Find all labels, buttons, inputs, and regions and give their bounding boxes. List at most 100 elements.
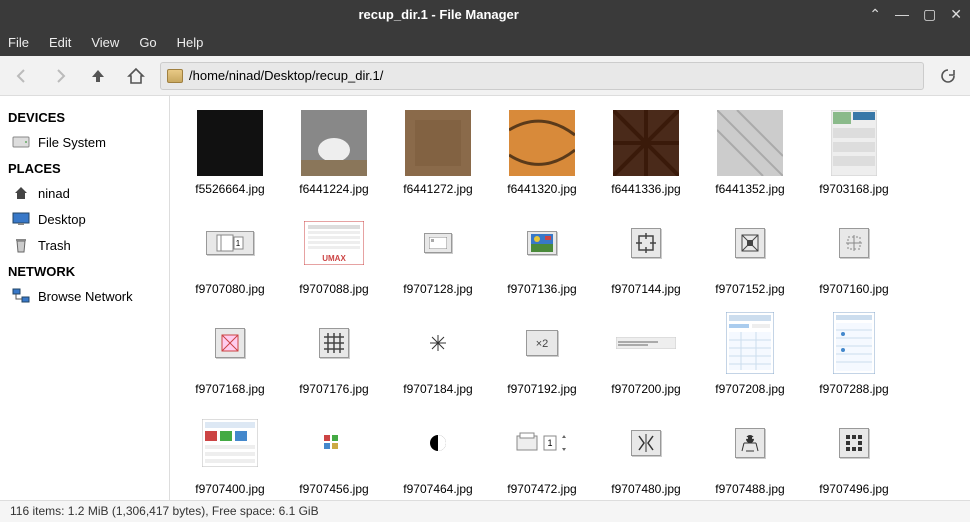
thumbnail bbox=[613, 110, 679, 176]
up-button[interactable] bbox=[84, 62, 112, 90]
file-name: f9707136.jpg bbox=[507, 282, 576, 296]
file-item[interactable]: f6441272.jpg bbox=[386, 106, 490, 206]
sidebar-item-home[interactable]: ninad bbox=[4, 180, 165, 206]
file-name: f6441272.jpg bbox=[403, 182, 472, 196]
menubar: File Edit View Go Help bbox=[0, 28, 970, 56]
file-area[interactable]: f5526664.jpg f6441224.jpg f6441272.jpg f644… bbox=[170, 96, 970, 500]
file-name: f9707080.jpg bbox=[195, 282, 264, 296]
toolbar bbox=[0, 56, 970, 96]
reload-button[interactable] bbox=[934, 62, 962, 90]
sidebar-header-devices: DEVICES bbox=[4, 104, 165, 129]
file-item[interactable]: f6441336.jpg bbox=[594, 106, 698, 206]
thumbnail bbox=[197, 310, 263, 376]
menu-edit[interactable]: Edit bbox=[49, 35, 71, 50]
file-item[interactable]: f9703168.jpg bbox=[802, 106, 906, 206]
file-item[interactable]: f9707184.jpg bbox=[386, 306, 490, 406]
file-item[interactable]: f9707200.jpg bbox=[594, 306, 698, 406]
file-name: f9707192.jpg bbox=[507, 382, 576, 396]
file-item[interactable]: f9707488.jpg bbox=[698, 406, 802, 500]
thumbnail bbox=[405, 410, 471, 476]
file-name: f9707184.jpg bbox=[403, 382, 472, 396]
sidebar-item-browse-network[interactable]: Browse Network bbox=[4, 283, 165, 309]
file-item[interactable]: f9707176.jpg bbox=[282, 306, 386, 406]
file-item[interactable]: f9707152.jpg bbox=[698, 206, 802, 306]
thumbnail bbox=[717, 110, 783, 176]
file-item[interactable]: f9707168.jpg bbox=[178, 306, 282, 406]
thumbnail bbox=[717, 410, 783, 476]
main-area: DEVICES File System PLACES ninad Desktop… bbox=[0, 96, 970, 500]
sidebar-item-label: Desktop bbox=[38, 212, 86, 227]
file-item[interactable]: f9707400.jpg bbox=[178, 406, 282, 500]
sidebar-item-trash[interactable]: Trash bbox=[4, 232, 165, 258]
maximize-icon[interactable]: ▢ bbox=[923, 6, 936, 23]
file-item[interactable]: ×2 f9707192.jpg bbox=[490, 306, 594, 406]
file-name: f9703168.jpg bbox=[819, 182, 888, 196]
file-item[interactable]: f6441224.jpg bbox=[282, 106, 386, 206]
thumbnail bbox=[717, 210, 783, 276]
sidebar-item-label: ninad bbox=[38, 186, 70, 201]
menu-view[interactable]: View bbox=[91, 35, 119, 50]
svg-text:1: 1 bbox=[236, 239, 241, 248]
statusbar: 116 items: 1.2 MiB (1,306,417 bytes), Fr… bbox=[0, 500, 970, 522]
menu-go[interactable]: Go bbox=[139, 35, 156, 50]
back-button[interactable] bbox=[8, 62, 36, 90]
file-item[interactable]: f9707136.jpg bbox=[490, 206, 594, 306]
thumbnail bbox=[821, 310, 887, 376]
close-icon[interactable]: ✕ bbox=[950, 6, 962, 23]
thumbnail bbox=[197, 410, 263, 476]
file-item[interactable]: UMAXf9707088.jpg bbox=[282, 206, 386, 306]
file-item[interactable]: f6441320.jpg bbox=[490, 106, 594, 206]
sidebar-header-places: PLACES bbox=[4, 155, 165, 180]
file-item[interactable]: f9707144.jpg bbox=[594, 206, 698, 306]
window-title: recup_dir.1 - File Manager bbox=[8, 7, 869, 22]
file-item[interactable]: f9707208.jpg bbox=[698, 306, 802, 406]
file-item[interactable]: f9707464.jpg bbox=[386, 406, 490, 500]
svg-text:UMAX: UMAX bbox=[322, 254, 346, 263]
thumbnail bbox=[613, 310, 679, 376]
file-item[interactable]: f6441352.jpg bbox=[698, 106, 802, 206]
thumbnail bbox=[405, 210, 471, 276]
file-item[interactable]: f5526664.jpg bbox=[178, 106, 282, 206]
file-name: f9707472.jpg bbox=[507, 482, 576, 496]
thumbnail bbox=[821, 210, 887, 276]
svg-text:×2: ×2 bbox=[536, 338, 549, 350]
file-item[interactable]: 1f9707472.jpg bbox=[490, 406, 594, 500]
file-item[interactable]: f9707160.jpg bbox=[802, 206, 906, 306]
file-name: f9707160.jpg bbox=[819, 282, 888, 296]
thumbnail bbox=[509, 210, 575, 276]
thumbnail: ×2 bbox=[509, 310, 575, 376]
location-bar bbox=[160, 62, 924, 90]
forward-button[interactable] bbox=[46, 62, 74, 90]
sidebar-item-desktop[interactable]: Desktop bbox=[4, 206, 165, 232]
menu-help[interactable]: Help bbox=[177, 35, 204, 50]
minimize-icon[interactable]: — bbox=[895, 6, 909, 22]
file-name: f9707496.jpg bbox=[819, 482, 888, 496]
file-item[interactable]: f9707288.jpg bbox=[802, 306, 906, 406]
file-name: f9707456.jpg bbox=[299, 482, 368, 496]
file-name: f9707208.jpg bbox=[715, 382, 784, 396]
file-item[interactable]: f9707480.jpg bbox=[594, 406, 698, 500]
menu-file[interactable]: File bbox=[8, 35, 29, 50]
file-item[interactable]: f9707456.jpg bbox=[282, 406, 386, 500]
folder-icon bbox=[167, 69, 183, 83]
file-item[interactable]: f9707496.jpg bbox=[802, 406, 906, 500]
desktop-icon bbox=[12, 211, 30, 227]
path-input[interactable] bbox=[189, 68, 917, 83]
file-name: f9707480.jpg bbox=[611, 482, 680, 496]
thumbnail: 1 bbox=[197, 210, 263, 276]
thumbnail bbox=[301, 110, 367, 176]
file-item[interactable]: f9707128.jpg bbox=[386, 206, 490, 306]
file-grid: f5526664.jpg f6441224.jpg f6441272.jpg f644… bbox=[178, 106, 962, 500]
file-item[interactable]: 1 f9707080.jpg bbox=[178, 206, 282, 306]
home-button[interactable] bbox=[122, 62, 150, 90]
window-controls: ⌃ — ▢ ✕ bbox=[869, 6, 962, 23]
file-name: f9707144.jpg bbox=[611, 282, 680, 296]
file-name: f9707288.jpg bbox=[819, 382, 888, 396]
file-name: f9707152.jpg bbox=[715, 282, 784, 296]
file-name: f5526664.jpg bbox=[195, 182, 264, 196]
rollup-icon[interactable]: ⌃ bbox=[869, 6, 881, 23]
sidebar-item-filesystem[interactable]: File System bbox=[4, 129, 165, 155]
file-name: f6441320.jpg bbox=[507, 182, 576, 196]
thumbnail bbox=[405, 110, 471, 176]
sidebar-item-label: File System bbox=[38, 135, 106, 150]
